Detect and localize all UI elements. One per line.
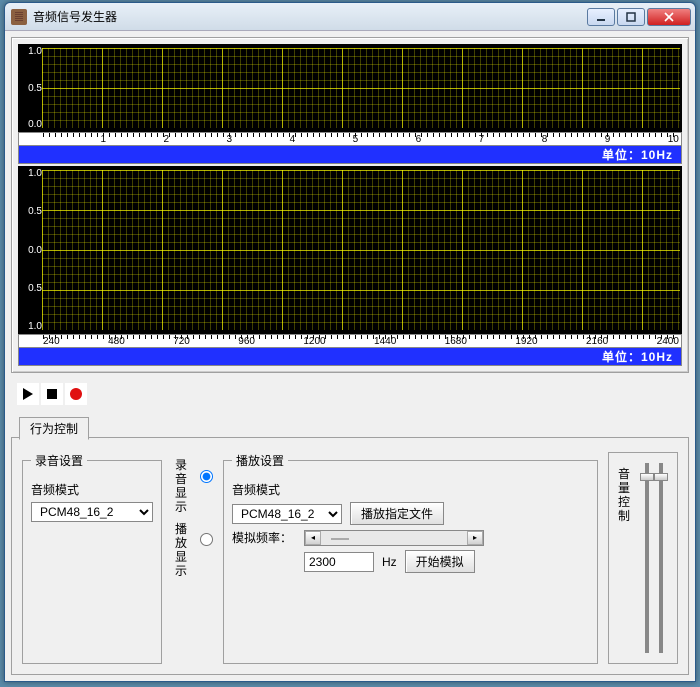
record-button[interactable] [65, 383, 87, 405]
chart-top: 1.0 0.5 0.0 [18, 44, 682, 132]
tab-body: 录音设置 音频模式 PCM48_16_2 录音显示 播放显示 [11, 437, 689, 675]
freq-unit: Hz [382, 555, 397, 569]
sim-freq-label: 模拟频率： [232, 529, 296, 546]
chart-top-yaxis: 1.0 0.5 0.0 [20, 46, 42, 130]
xtick: 2400 [657, 336, 679, 348]
xtick: 1 [100, 134, 106, 146]
ytick: 0.5 [20, 206, 42, 217]
play-display-radio[interactable] [200, 533, 213, 546]
play-legend: 播放设置 [232, 452, 288, 469]
chart-bottom-ruler: 240 480 720 960 1200 1440 1680 1920 2160… [18, 334, 682, 348]
ytick: 0.0 [20, 245, 42, 256]
xtick: 2 [164, 134, 170, 146]
xtick: 480 [108, 336, 125, 348]
xtick: 1200 [303, 336, 325, 348]
play-mode-select[interactable]: PCM48_16_2 [232, 504, 342, 524]
record-mode-select[interactable]: PCM48_16_2 [31, 502, 153, 522]
record-mode-label: 音频模式 [31, 481, 153, 498]
transport-controls [17, 383, 689, 405]
freq-input[interactable] [304, 552, 374, 572]
stop-icon [47, 389, 57, 399]
play-display-vlabel: 播放显示 [172, 522, 190, 578]
xtick: 4 [290, 134, 296, 146]
xtick: 1440 [374, 336, 396, 348]
chart-bottom: 1.0 0.5 0.0 0.5 1.0 [18, 166, 682, 334]
chart-bottom-yaxis: 1.0 0.5 0.0 0.5 1.0 [20, 168, 42, 332]
xtick: 240 [43, 336, 60, 348]
chart-bottom-unit: 单位：10Hz [18, 348, 682, 366]
xtick: 960 [238, 336, 255, 348]
xtick: 720 [173, 336, 190, 348]
xtick: 1920 [515, 336, 537, 348]
chart-top-ruler: 1 2 3 4 5 6 7 8 9 10 [18, 132, 682, 146]
tab-panel: 行为控制 录音设置 音频模式 PCM48_16_2 录音显示 播放显示 [11, 419, 689, 675]
app-window: 音频信号发生器 1.0 0.5 0.0 1 2 3 4 [4, 2, 696, 682]
window-title: 音频信号发生器 [33, 8, 587, 25]
record-display-radio[interactable] [200, 470, 213, 483]
sim-freq-scrollbar[interactable]: ◂ ▸ [304, 530, 484, 546]
play-mode-label: 音频模式 [232, 481, 296, 498]
xtick: 9 [605, 134, 611, 146]
xtick: 10 [668, 134, 679, 146]
ytick: 0.5 [20, 283, 42, 294]
ytick: 1.0 [20, 168, 42, 179]
display-mode-radios [200, 470, 213, 664]
volume-vlabel: 音量控制 [615, 467, 633, 523]
play-display-row [200, 533, 213, 546]
chart-bottom-plot[interactable] [42, 170, 680, 330]
slider-thumb[interactable] [640, 473, 654, 481]
tab-behavior[interactable]: 行为控制 [19, 417, 89, 440]
chart-top-unit: 单位：10Hz [18, 146, 682, 164]
record-display-vlabel: 录音显示 [172, 458, 190, 514]
scroll-right-icon[interactable]: ▸ [467, 531, 483, 545]
play-button[interactable] [17, 383, 39, 405]
record-settings-group: 录音设置 音频模式 PCM48_16_2 [22, 452, 162, 664]
record-icon [70, 388, 82, 400]
volume-sliders [637, 463, 671, 653]
charts-panel: 1.0 0.5 0.0 1 2 3 4 5 6 7 8 9 10 单位：10Hz [11, 37, 689, 373]
ytick: 1.0 [20, 46, 42, 57]
scroll-thumb[interactable] [331, 538, 349, 540]
start-sim-button[interactable]: 开始模拟 [405, 550, 475, 573]
scroll-left-icon[interactable]: ◂ [305, 531, 321, 545]
play-icon [23, 388, 33, 400]
xtick: 6 [416, 134, 422, 146]
minimize-button[interactable] [587, 8, 615, 26]
xtick: 3 [227, 134, 233, 146]
xtick: 1680 [445, 336, 467, 348]
play-settings-group: 播放设置 音频模式 PCM48_16_2 播放指定文件 模拟频率： ◂ [223, 452, 598, 664]
record-legend: 录音设置 [31, 452, 87, 469]
close-button[interactable] [647, 8, 691, 26]
maximize-button[interactable] [617, 8, 645, 26]
titlebar[interactable]: 音频信号发生器 [5, 3, 695, 31]
volume-slider-right[interactable] [659, 463, 663, 653]
play-file-button[interactable]: 播放指定文件 [350, 502, 444, 525]
ytick: 0.5 [20, 83, 42, 94]
xtick: 7 [479, 134, 485, 146]
stop-button[interactable] [41, 383, 63, 405]
display-mode-group: 录音显示 播放显示 [172, 458, 190, 664]
volume-slider-left[interactable] [645, 463, 649, 653]
client-area: 1.0 0.5 0.0 1 2 3 4 5 6 7 8 9 10 单位：10Hz [5, 31, 695, 681]
record-display-row [200, 470, 213, 483]
ytick: 1.0 [20, 321, 42, 332]
xtick: 2160 [586, 336, 608, 348]
xtick: 8 [542, 134, 548, 146]
volume-group: 音量控制 [608, 452, 678, 664]
ytick: 0.0 [20, 119, 42, 130]
chart-top-plot[interactable] [42, 48, 680, 128]
xtick: 5 [353, 134, 359, 146]
slider-thumb[interactable] [654, 473, 668, 481]
app-icon [11, 9, 27, 25]
